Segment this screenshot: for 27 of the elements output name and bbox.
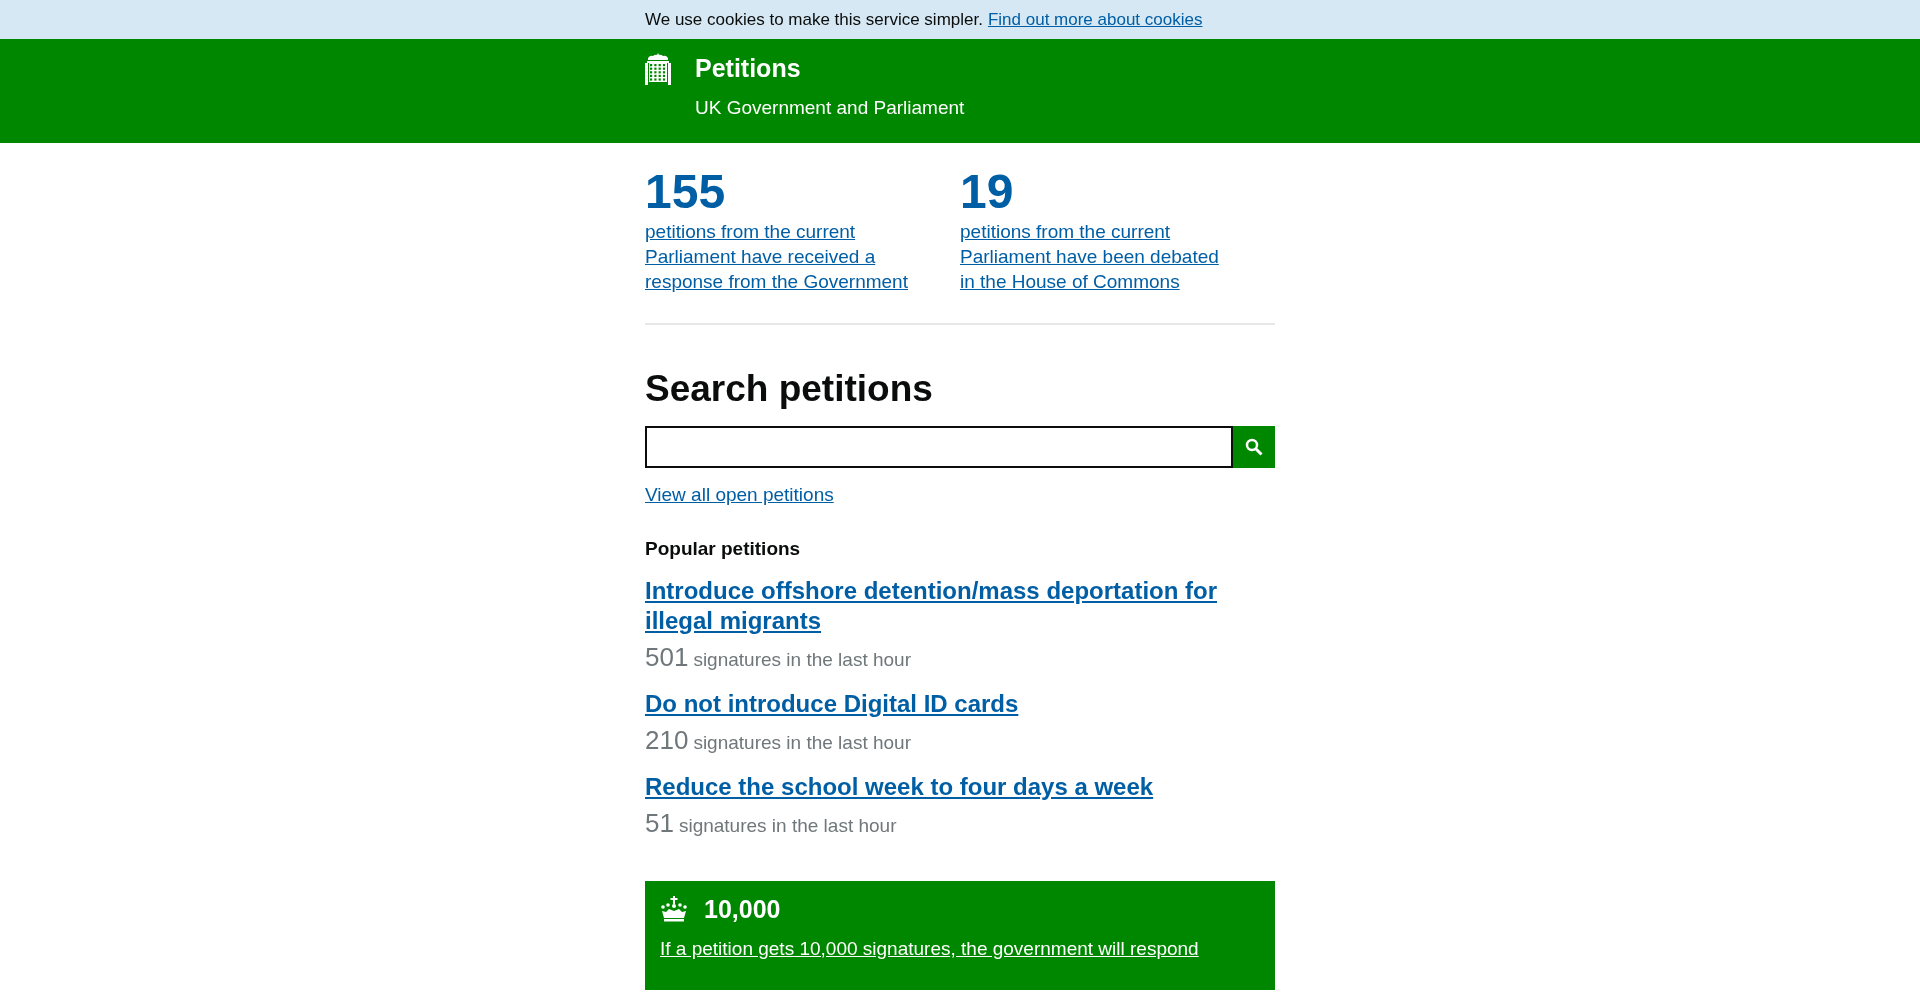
search-field[interactable] — [645, 425, 1233, 468]
view-all-link[interactable]: View all open petitions — [645, 483, 834, 506]
threshold-number: 10,000 — [704, 894, 781, 924]
signature-label: signatures in the last hour — [693, 731, 911, 754]
petition-link[interactable]: Introduce offshore detention/mass deportation for illegal migrants — [645, 575, 1275, 636]
cookie-info-link[interactable]: Find out more about cookies — [987, 9, 1203, 30]
signature-count: 51 — [645, 807, 674, 839]
stat-link[interactable]: petitions from the current Parliament have received a response from the Government — [645, 219, 915, 295]
petition-link[interactable]: Reduce the school week to four days a week — [645, 771, 1275, 802]
petition-link[interactable]: Do not introduce Digital ID cards — [645, 688, 1275, 719]
signature-count: 210 — [645, 724, 689, 756]
signature-label: signatures in the last hour — [678, 814, 897, 837]
cookie-message: We use cookies to make this service simpler. — [645, 9, 983, 30]
search-heading: Search petitions — [645, 367, 934, 412]
threshold-link[interactable]: If a petition gets 10,000 signatures, the government will respond — [660, 937, 1199, 960]
portcullis-icon — [645, 53, 671, 85]
search-icon — [1245, 437, 1263, 456]
stat-number: 155 — [645, 167, 727, 218]
stat-number: 19 — [960, 167, 1015, 218]
search-button[interactable] — [1233, 425, 1275, 468]
signature-count: 501 — [645, 641, 689, 673]
signature-label: signatures in the last hour — [693, 648, 911, 671]
stat-link[interactable]: petitions from the current Parliament have been debated in the House of Commons — [960, 219, 1230, 295]
popular-heading: Popular petitions — [645, 537, 802, 560]
site-subtitle: UK Government and Parliament — [695, 97, 965, 119]
crown-icon — [660, 896, 688, 923]
site-title[interactable]: Petitions — [695, 53, 965, 83]
